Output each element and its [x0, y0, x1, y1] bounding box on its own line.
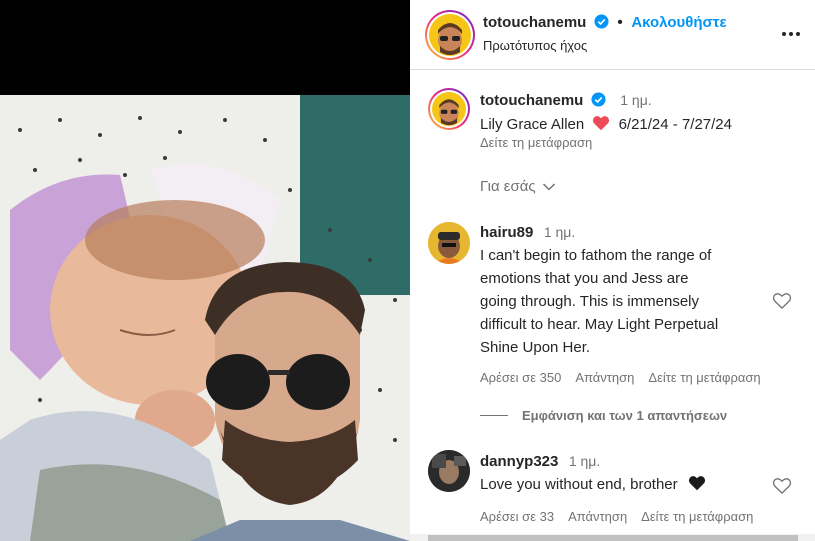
post-media[interactable]	[0, 0, 410, 541]
audio-label[interactable]: Πρωτότυπος ήχος	[483, 38, 587, 53]
comment-time[interactable]: 1 ημ.	[544, 224, 575, 240]
comment-username[interactable]: dannyp323	[480, 453, 558, 470]
view-replies-button[interactable]: Εμφάνιση και των 1 απαντήσεων	[480, 408, 727, 423]
post-username[interactable]: totouchanemu	[483, 14, 586, 31]
caption-text-dates: 6/21/24 - 7/27/24	[618, 116, 732, 133]
caption-avatar[interactable]	[428, 88, 470, 130]
comment-avatar[interactable]	[428, 450, 470, 492]
for-you-filter[interactable]: Για εσάς	[480, 178, 556, 195]
more-options-icon[interactable]	[779, 22, 803, 46]
caption-text-name: Lily Grace Allen	[480, 116, 585, 133]
avatar-illustration	[438, 23, 462, 55]
comment-line: Love you without end, brother	[480, 476, 678, 493]
view-replies-label: Εμφάνιση και των 1 απαντήσεων	[522, 408, 728, 423]
chevron-down-icon	[542, 182, 555, 191]
caption-time[interactable]: 1 ημ.	[620, 92, 651, 108]
comment-actions: Αρέσει σε 350 Απάντηση Δείτε τη μετάφραση	[480, 370, 775, 385]
separator-dot: •	[617, 14, 623, 31]
caption-translate-link[interactable]: Δείτε τη μετάφραση	[480, 135, 592, 150]
comment-text: Love you without end, brother	[480, 473, 706, 496]
verified-badge-icon	[594, 14, 609, 29]
avatar-illustration	[439, 99, 459, 126]
post-photo	[0, 0, 410, 541]
translate-link[interactable]: Δείτε τη μετάφραση	[641, 509, 753, 524]
caption-username[interactable]: totouchanemu	[480, 92, 583, 109]
follow-button[interactable]: Ακολουθήστε	[631, 14, 726, 31]
like-heart-icon[interactable]	[772, 476, 792, 496]
comment-likes-count[interactable]: Αρέσει σε 350	[480, 370, 561, 385]
translate-link[interactable]: Δείτε τη μετάφραση	[648, 370, 760, 385]
comment-likes-count[interactable]: Αρέσει σε 33	[480, 509, 554, 524]
black-heart-emoji-icon	[688, 476, 705, 491]
comment-line: I can't begin to fathom the range of	[480, 247, 712, 264]
for-you-label: Για εσάς	[480, 178, 536, 195]
scrollbar-thumb[interactable]	[428, 535, 798, 541]
caption-text: Lily Grace Allen 6/21/24 - 7/27/24	[480, 113, 732, 136]
verified-badge-icon	[591, 92, 606, 107]
comment-username[interactable]: hairu89	[480, 224, 533, 241]
comment-text: I can't begin to fathom the range of emo…	[480, 244, 780, 359]
comment-line: Shine Upon Her.	[480, 339, 591, 356]
comment-line: going through. This is immensely	[480, 293, 699, 310]
comment-time[interactable]: 1 ημ.	[569, 453, 600, 469]
like-heart-icon[interactable]	[772, 291, 792, 311]
post-panel: totouchanemu • Ακολουθήστε Πρωτότυπος ήχ…	[410, 0, 815, 541]
comment-actions: Αρέσει σε 33 Απάντηση Δείτε τη μετάφραση	[480, 509, 767, 524]
reply-button[interactable]: Απάντηση	[575, 370, 634, 385]
red-heart-emoji-icon	[593, 116, 610, 131]
avatar-photo	[428, 222, 470, 264]
replies-divider	[480, 415, 508, 416]
comment-line: difficult to hear. May Light Perpetual	[480, 316, 719, 333]
comment-line: emotions that you and Jess are	[480, 270, 689, 287]
comment-avatar[interactable]	[428, 222, 470, 264]
reply-button[interactable]: Απάντηση	[568, 509, 627, 524]
post-header: totouchanemu • Ακολουθήστε Πρωτότυπος ήχ…	[410, 0, 815, 70]
author-avatar[interactable]	[425, 10, 475, 60]
avatar-photo	[428, 450, 470, 492]
